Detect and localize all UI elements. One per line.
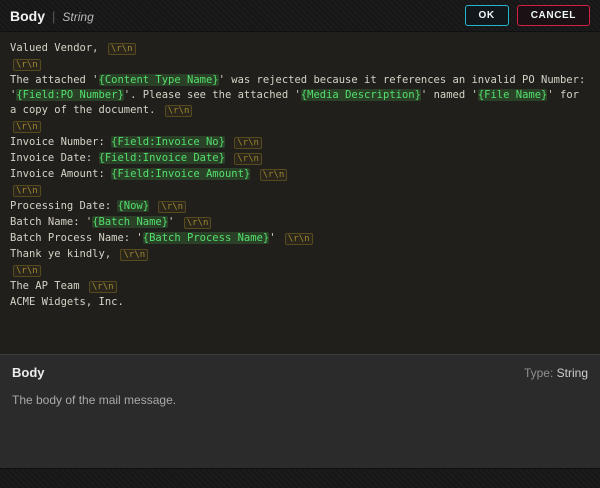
template-token: {Batch Name} — [92, 216, 168, 228]
editor-text: The AP Team — [10, 280, 86, 292]
ok-button[interactable]: OK — [465, 5, 509, 26]
template-token: {Field:PO Number} — [16, 89, 123, 101]
editor-line: Invoice Number: {Field:Invoice No} \r\n — [10, 135, 590, 151]
crlf-token: \r\n — [234, 153, 262, 165]
editor-line: Batch Name: '{Batch Name}' \r\n — [10, 215, 590, 231]
editor-text: ACME Widgets, Inc. — [10, 296, 124, 308]
editor-text: Processing Date: — [10, 200, 117, 212]
crlf-token: \r\n — [13, 265, 41, 277]
template-token: {Media Description} — [301, 89, 421, 101]
crlf-token: \r\n — [285, 233, 313, 245]
editor-line: \r\n — [10, 57, 590, 73]
crlf-token: \r\n — [13, 59, 41, 71]
info-header: Body Type: String — [12, 365, 588, 380]
editor-line: The AP Team \r\n — [10, 279, 590, 295]
template-token: {Field:Invoice Amount} — [111, 168, 250, 180]
crlf-token: \r\n — [120, 249, 148, 261]
editor-text: Batch Name: ' — [10, 216, 92, 228]
editor-text — [250, 168, 256, 180]
dialog-title: Body — [10, 8, 45, 24]
crlf-token: \r\n — [158, 201, 186, 213]
cancel-button[interactable]: CANCEL — [517, 5, 590, 26]
editor-text: ' — [168, 216, 181, 228]
crlf-token: \r\n — [13, 185, 41, 197]
editor-text: ' named ' — [421, 89, 478, 101]
editor-text: Invoice Date: — [10, 152, 99, 164]
template-token: {Now} — [117, 200, 149, 212]
field-description: The body of the mail message. — [12, 393, 588, 407]
crlf-token: \r\n — [13, 121, 41, 133]
editor-text: ' — [269, 232, 282, 244]
crlf-token: \r\n — [89, 281, 117, 293]
template-token: {Field:Invoice Date} — [99, 152, 225, 164]
template-token: {File Name} — [478, 89, 548, 101]
titlebar: Body | String OK CANCEL — [0, 0, 600, 32]
body-editor-dialog: Body | String OK CANCEL Valued Vendor, \… — [0, 0, 600, 488]
template-token: {Content Type Name} — [99, 74, 219, 86]
editor-line: \r\n — [10, 183, 590, 199]
editor-text — [225, 136, 231, 148]
editor-line: \r\n — [10, 263, 590, 279]
title-group: Body | String — [10, 8, 94, 24]
crlf-token: \r\n — [260, 169, 288, 181]
editor-text: The attached ' — [10, 74, 99, 86]
crlf-token: \r\n — [234, 137, 262, 149]
editor-text: Valued Vendor, — [10, 42, 105, 54]
body-text-editor[interactable]: Valued Vendor, \r\n\r\nThe attached '{Co… — [0, 32, 600, 354]
editor-line: Invoice Amount: {Field:Invoice Amount} \… — [10, 167, 590, 183]
editor-text: '. Please see the attached ' — [124, 89, 301, 101]
editor-text: Batch Process Name: ' — [10, 232, 143, 244]
editor-line: The attached '{Content Type Name}' was r… — [10, 73, 590, 119]
field-type: Type: String — [524, 366, 588, 380]
editor-line: Valued Vendor, \r\n — [10, 41, 590, 57]
info-panel: Body Type: String The body of the mail m… — [0, 354, 600, 468]
editor-text: Invoice Number: — [10, 136, 111, 148]
footer-strip — [0, 468, 600, 488]
editor-line: ACME Widgets, Inc. — [10, 295, 590, 310]
crlf-token: \r\n — [165, 105, 193, 117]
dialog-actions: OK CANCEL — [465, 5, 590, 26]
type-value: String — [557, 366, 588, 380]
title-separator: | — [52, 9, 55, 24]
editor-line: Processing Date: {Now} \r\n — [10, 199, 590, 215]
field-name: Body — [12, 365, 45, 380]
crlf-token: \r\n — [108, 43, 136, 55]
dialog-type-subtitle: String — [62, 10, 93, 24]
editor-line: \r\n — [10, 119, 590, 135]
crlf-token: \r\n — [184, 217, 212, 229]
editor-text — [225, 152, 231, 164]
template-token: {Batch Process Name} — [143, 232, 269, 244]
editor-text — [149, 200, 155, 212]
editor-line: Batch Process Name: '{Batch Process Name… — [10, 231, 590, 247]
template-token: {Field:Invoice No} — [111, 136, 225, 148]
editor-line: Invoice Date: {Field:Invoice Date} \r\n — [10, 151, 590, 167]
editor-text: Thank ye kindly, — [10, 248, 117, 260]
editor-text: Invoice Amount: — [10, 168, 111, 180]
editor-line: Thank ye kindly, \r\n — [10, 247, 590, 263]
type-label: Type: — [524, 366, 553, 380]
